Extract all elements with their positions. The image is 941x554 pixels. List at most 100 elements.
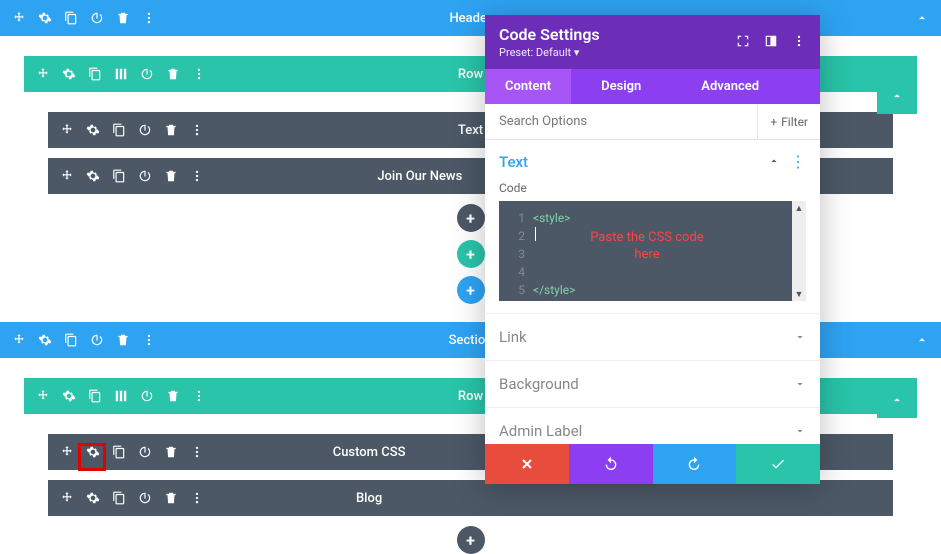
duplicate-icon[interactable] xyxy=(64,333,78,347)
module-label: Text xyxy=(458,123,483,138)
row-toolbar xyxy=(36,67,206,81)
collapse-icon[interactable] xyxy=(915,11,929,25)
section-toolbar xyxy=(12,11,156,25)
trash-icon[interactable] xyxy=(166,67,180,81)
power-icon[interactable] xyxy=(140,389,154,403)
more-icon[interactable] xyxy=(192,389,206,403)
more-icon[interactable] xyxy=(190,445,204,459)
power-icon[interactable] xyxy=(140,67,154,81)
more-icon[interactable] xyxy=(192,67,206,81)
more-icon[interactable] xyxy=(792,33,806,52)
more-icon[interactable] xyxy=(190,123,204,137)
search-input[interactable] xyxy=(485,104,757,139)
move-icon[interactable] xyxy=(60,491,74,505)
duplicate-icon[interactable] xyxy=(112,123,126,137)
modal-search-row: + Filter xyxy=(485,104,820,140)
code-editor[interactable]: 1<style> 2 3 4 5</style> Paste the CSS c… xyxy=(499,201,806,301)
scrollbar[interactable]: ▲ ▼ xyxy=(792,201,806,301)
accordion-link[interactable]: Link xyxy=(485,313,820,360)
move-icon[interactable] xyxy=(36,67,50,81)
row-collapse-button[interactable] xyxy=(877,382,917,418)
expand-icon[interactable] xyxy=(736,33,750,52)
power-icon[interactable] xyxy=(90,11,104,25)
duplicate-icon[interactable] xyxy=(88,389,102,403)
row-label: Row xyxy=(458,67,483,82)
duplicate-icon[interactable] xyxy=(112,445,126,459)
gear-icon[interactable] xyxy=(38,11,52,25)
modal-text-section: Text ⋮ Code 1<style> 2 3 4 5</style> Pas… xyxy=(485,140,820,313)
accordion-background[interactable]: Background xyxy=(485,360,820,407)
modal-title: Code Settings xyxy=(499,25,600,44)
duplicate-icon[interactable] xyxy=(88,67,102,81)
module-blog-bar[interactable]: Blog xyxy=(48,480,893,516)
trash-icon[interactable] xyxy=(164,445,178,459)
more-icon[interactable] xyxy=(190,491,204,505)
duplicate-icon[interactable] xyxy=(112,491,126,505)
code-settings-modal: Code Settings Preset: Default ▾ Content … xyxy=(485,15,820,484)
collapse-icon[interactable] xyxy=(915,333,929,347)
columns-icon[interactable] xyxy=(114,389,128,403)
add-row-button[interactable]: + xyxy=(457,240,485,268)
modal-header[interactable]: Code Settings Preset: Default ▾ xyxy=(485,15,820,69)
trash-icon[interactable] xyxy=(164,169,178,183)
more-icon[interactable] xyxy=(142,333,156,347)
power-icon[interactable] xyxy=(90,333,104,347)
add-module-button[interactable]: + xyxy=(457,204,485,232)
move-icon[interactable] xyxy=(36,389,50,403)
move-icon[interactable] xyxy=(60,445,74,459)
filter-button[interactable]: + Filter xyxy=(757,104,820,139)
columns-icon[interactable] xyxy=(114,67,128,81)
power-icon[interactable] xyxy=(138,445,152,459)
duplicate-icon[interactable] xyxy=(64,11,78,25)
gear-icon[interactable] xyxy=(38,333,52,347)
trash-icon[interactable] xyxy=(164,491,178,505)
text-group-title[interactable]: Text xyxy=(499,153,528,171)
modal-tabs: Content Design Advanced xyxy=(485,69,820,104)
chevron-up-icon[interactable] xyxy=(768,152,780,171)
redo-button[interactable] xyxy=(653,444,737,484)
duplicate-icon[interactable] xyxy=(112,169,126,183)
row-label: Row xyxy=(458,389,483,404)
highlight-annotation xyxy=(78,443,106,471)
module-toolbar xyxy=(60,491,204,505)
module-toolbar xyxy=(60,169,204,183)
save-button[interactable] xyxy=(736,444,820,484)
more-icon[interactable] xyxy=(142,11,156,25)
gear-icon[interactable] xyxy=(62,67,76,81)
trash-icon[interactable] xyxy=(116,11,130,25)
module-label: Blog xyxy=(356,491,382,506)
undo-button[interactable] xyxy=(569,444,653,484)
add-section-button[interactable]: + xyxy=(457,276,485,304)
move-icon[interactable] xyxy=(60,169,74,183)
section-toolbar xyxy=(12,333,156,347)
tab-content[interactable]: Content xyxy=(485,69,571,104)
module-label: Custom CSS xyxy=(333,445,406,460)
move-icon[interactable] xyxy=(12,11,26,25)
trash-icon[interactable] xyxy=(166,389,180,403)
panel-icon[interactable] xyxy=(764,33,778,52)
more-icon[interactable] xyxy=(190,169,204,183)
trash-icon[interactable] xyxy=(164,123,178,137)
module-label: Join Our News xyxy=(377,169,462,184)
move-icon[interactable] xyxy=(12,333,26,347)
row-toolbar xyxy=(36,389,206,403)
paste-annotation: Paste the CSS codehere xyxy=(557,229,737,263)
tab-design[interactable]: Design xyxy=(581,69,661,104)
gear-icon[interactable] xyxy=(86,123,100,137)
code-label: Code xyxy=(499,181,806,195)
add-module-button[interactable]: + xyxy=(457,526,485,554)
gear-icon[interactable] xyxy=(86,491,100,505)
cancel-button[interactable] xyxy=(485,444,569,484)
row-collapse-button[interactable] xyxy=(877,78,917,114)
modal-preset[interactable]: Preset: Default ▾ xyxy=(499,46,600,59)
gear-icon[interactable] xyxy=(62,389,76,403)
power-icon[interactable] xyxy=(138,123,152,137)
trash-icon[interactable] xyxy=(116,333,130,347)
gear-icon[interactable] xyxy=(86,169,100,183)
power-icon[interactable] xyxy=(138,169,152,183)
tab-advanced[interactable]: Advanced xyxy=(681,69,779,104)
move-icon[interactable] xyxy=(60,123,74,137)
more-icon[interactable]: ⋮ xyxy=(790,152,806,171)
accordion-admin-label[interactable]: Admin Label xyxy=(485,407,820,444)
power-icon[interactable] xyxy=(138,491,152,505)
